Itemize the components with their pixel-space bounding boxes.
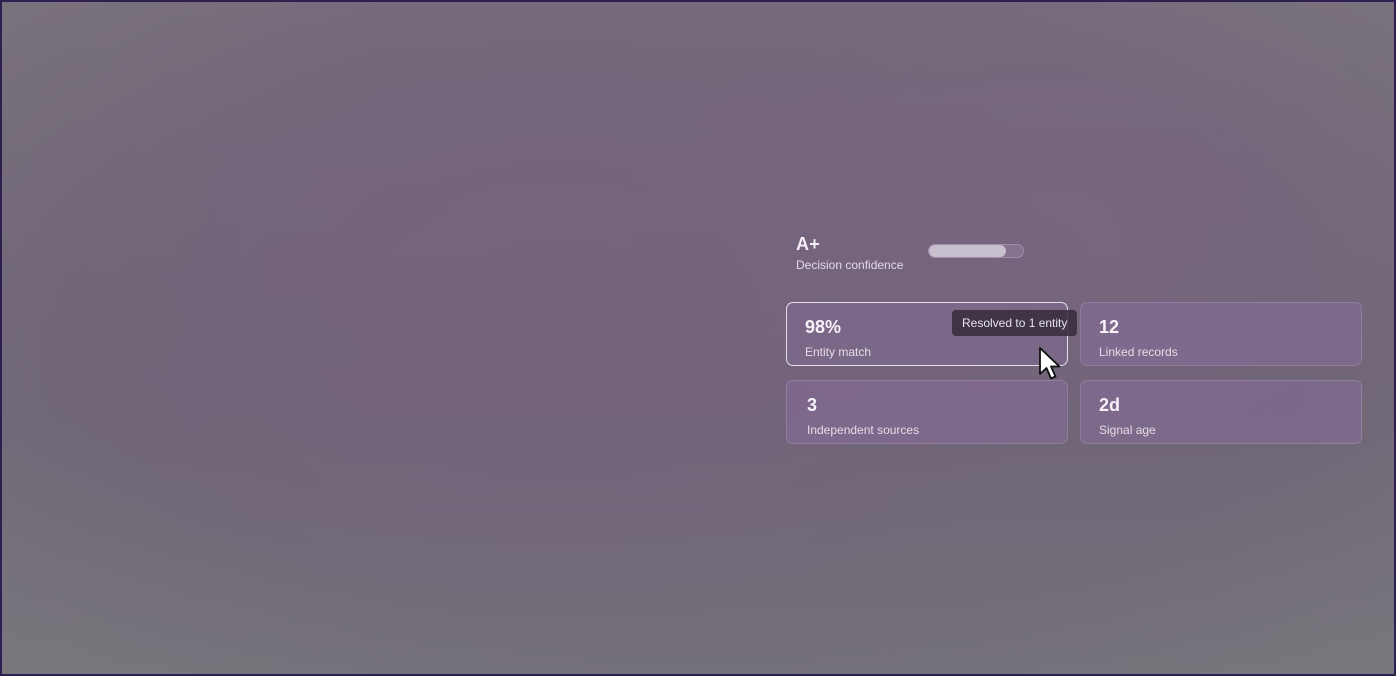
decision-confidence-label: Decision confidence <box>796 258 904 272</box>
metric-label: Linked records <box>1099 345 1178 359</box>
decision-grade: A+ <box>796 234 820 254</box>
metric-card-independent-sources[interactable]: 3 Independent sources <box>786 380 1068 444</box>
confidence-progress-bar <box>928 244 1024 258</box>
metric-label: Independent sources <box>807 423 920 437</box>
metric-card-linked-records[interactable]: 12 Linked records <box>1080 302 1362 366</box>
metric-label: Signal age <box>1099 423 1156 437</box>
metric-card-signal-age[interactable]: 2d Signal age <box>1080 380 1362 444</box>
decision-summary: A+ Decision confidence <box>796 234 1036 278</box>
metric-value: 2d <box>1099 395 1121 415</box>
metric-value: 98% <box>805 317 842 337</box>
metric-value: 12 <box>1099 317 1120 337</box>
confidence-progress-fill <box>929 245 1007 257</box>
metric-label: Entity match <box>805 345 872 359</box>
entity-match-tooltip: Resolved to 1 entity <box>952 310 1078 336</box>
metric-value: 3 <box>807 395 818 415</box>
